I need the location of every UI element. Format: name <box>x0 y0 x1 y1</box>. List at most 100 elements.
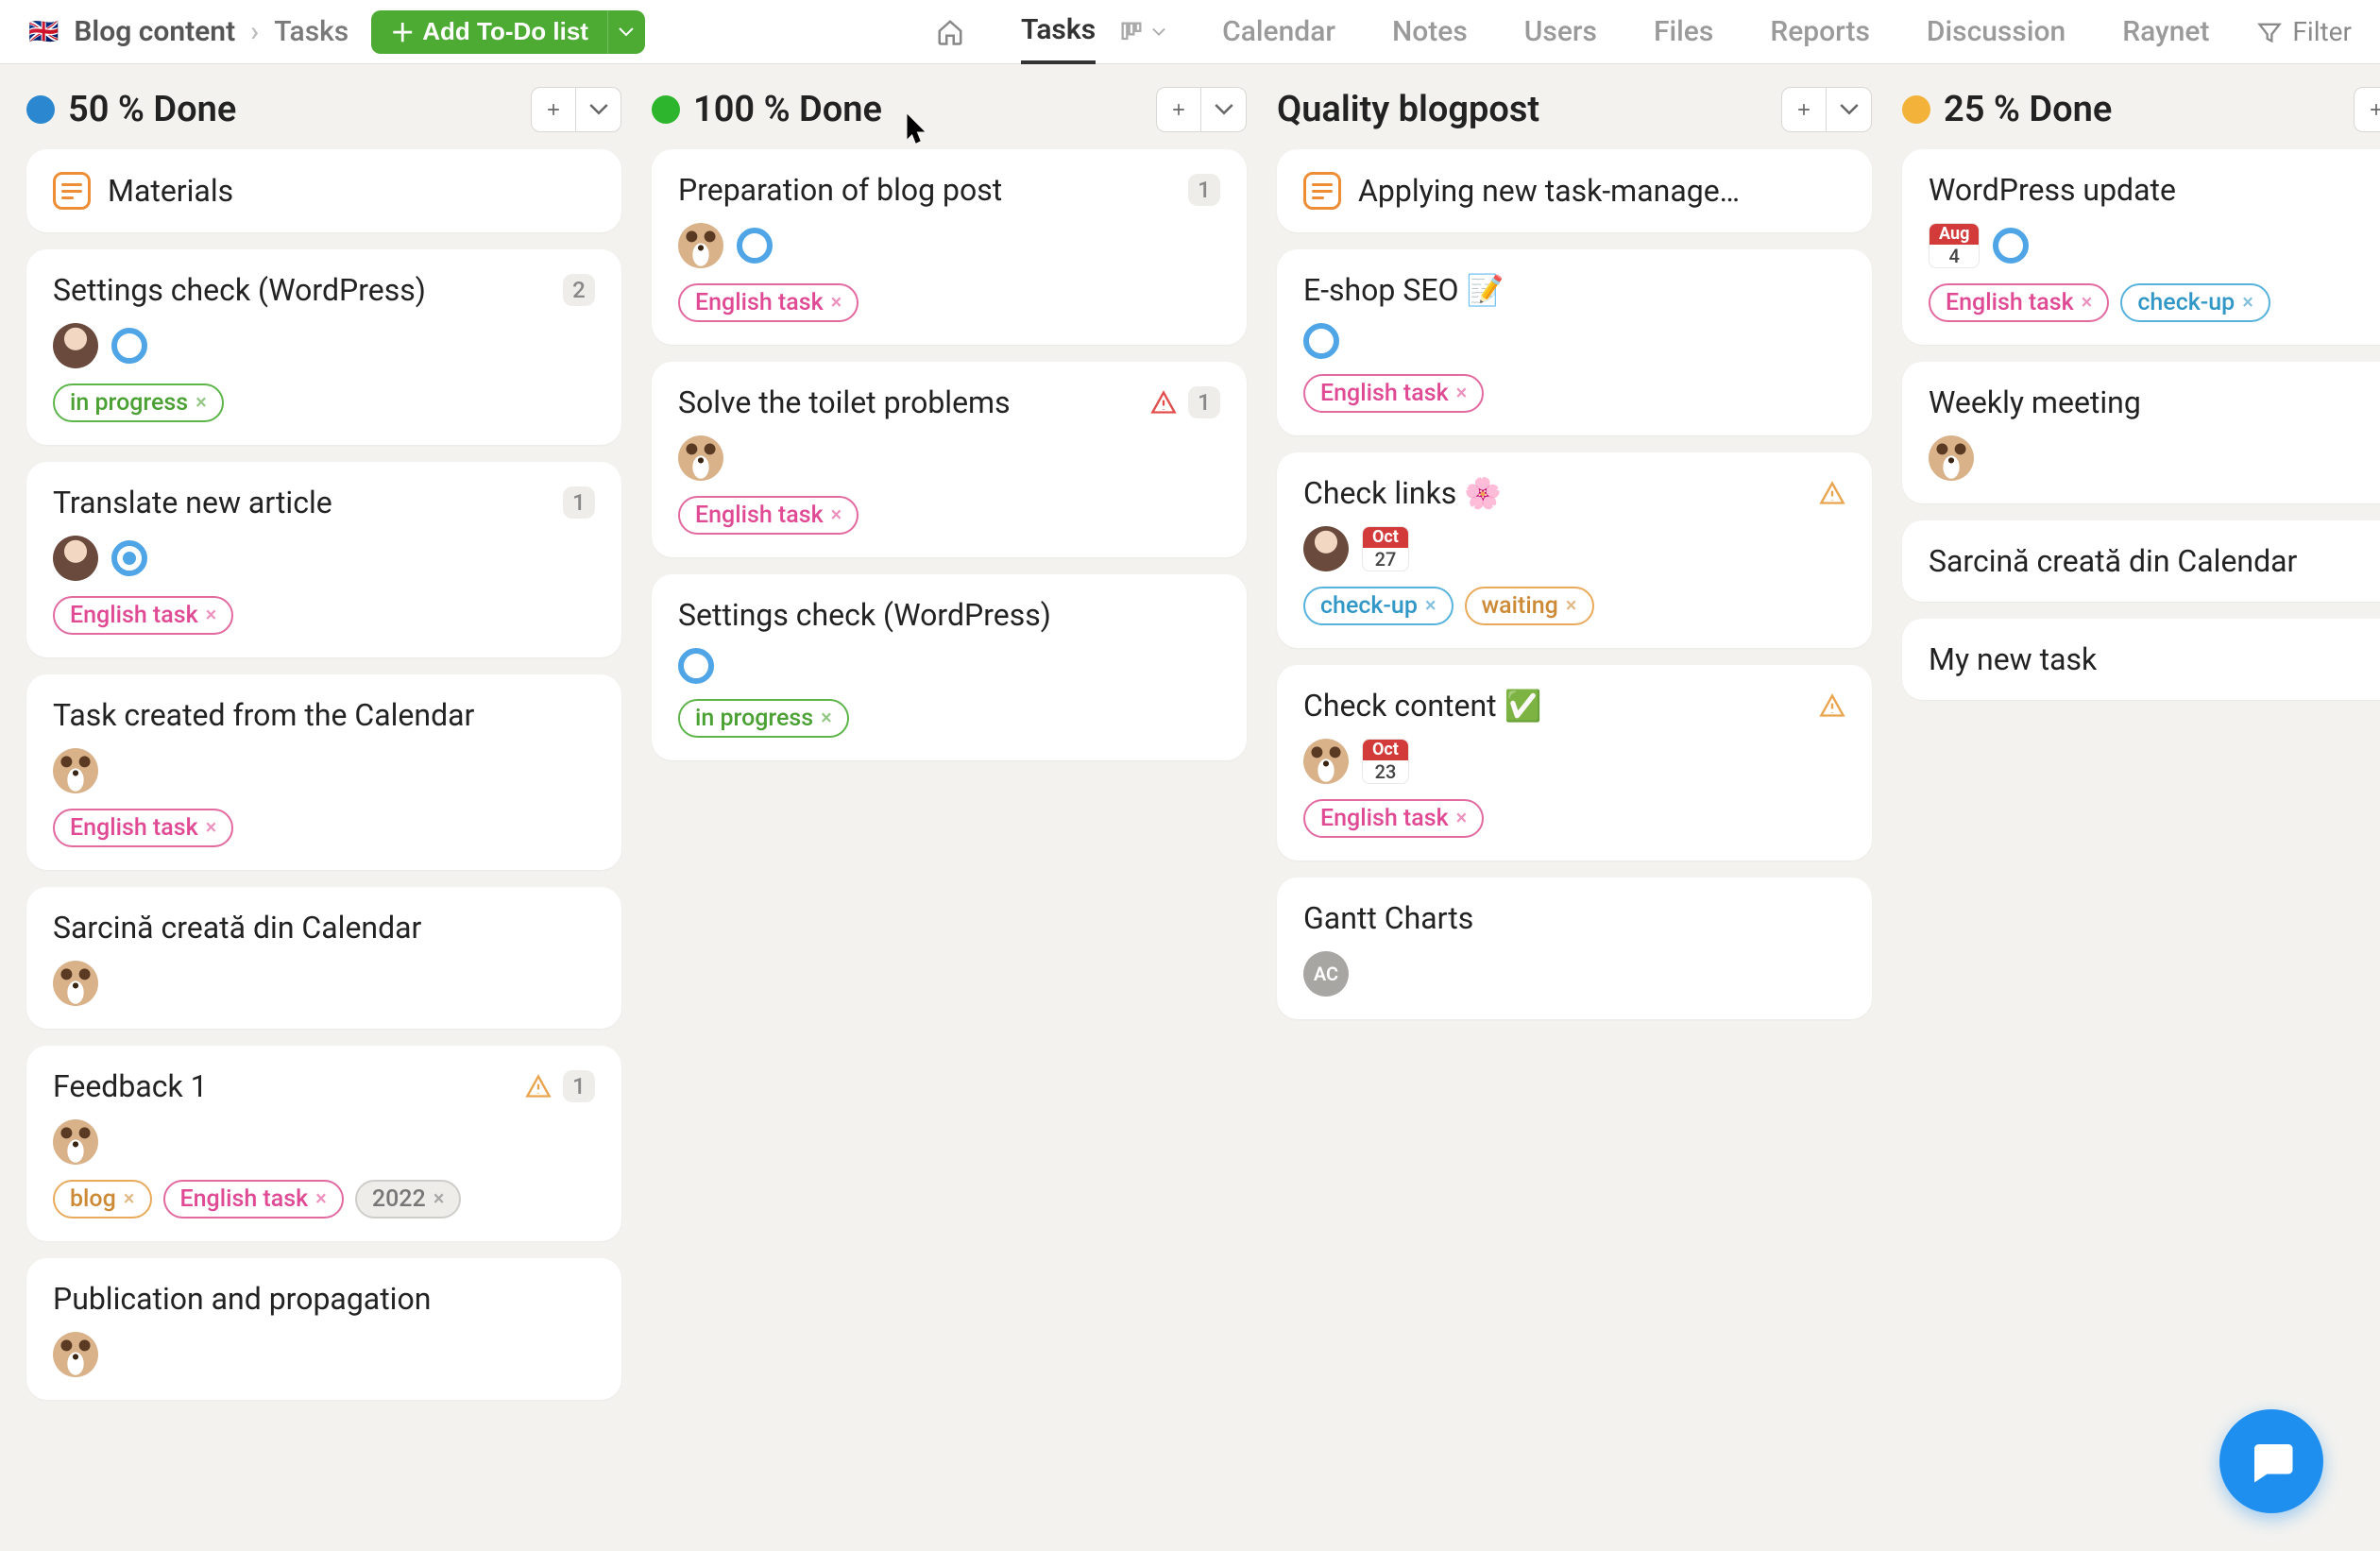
progress-ring-icon <box>1303 323 1339 359</box>
tag[interactable]: check-up× <box>1303 587 1454 625</box>
task-card[interactable]: WordPress updateAug4English task×check-u… <box>1902 149 2380 345</box>
task-card[interactable]: Sarcină creată din Calendar <box>1902 520 2380 602</box>
avatar[interactable] <box>53 536 98 581</box>
tag-remove-icon[interactable]: × <box>1456 382 1468 405</box>
chat-fab[interactable] <box>2219 1409 2323 1513</box>
avatar[interactable] <box>1929 435 1974 481</box>
tab-raynet[interactable]: Raynet <box>2122 0 2209 64</box>
task-card[interactable]: Materials <box>26 149 621 232</box>
tag-row: in progress× <box>53 383 595 422</box>
task-card[interactable]: Task created from the CalendarEnglish ta… <box>26 674 621 870</box>
column-menu-button[interactable] <box>1827 87 1872 132</box>
add-card-button[interactable] <box>1781 87 1827 132</box>
tag-remove-icon[interactable]: × <box>821 707 832 730</box>
tag-remove-icon[interactable]: × <box>124 1187 135 1211</box>
task-card[interactable]: Feedback 11blog×English task×2022× <box>26 1046 621 1241</box>
tag[interactable]: English task× <box>163 1180 344 1219</box>
column-title[interactable]: Quality blogpost <box>1277 89 1539 130</box>
tag-remove-icon[interactable]: × <box>434 1187 445 1211</box>
tag[interactable]: 2022× <box>355 1180 462 1219</box>
kanban-view-toggle[interactable] <box>1118 19 1165 45</box>
tag-remove-icon[interactable]: × <box>1425 594 1436 618</box>
tab-calendar[interactable]: Calendar <box>1222 0 1335 64</box>
task-card[interactable]: Weekly meeting <box>1902 362 2380 503</box>
column-title[interactable]: 25 % Done <box>1902 89 2112 130</box>
add-card-button[interactable] <box>2354 87 2380 132</box>
add-card-button[interactable] <box>1156 87 1201 132</box>
tag-remove-icon[interactable]: × <box>1456 807 1468 830</box>
tag[interactable]: English task× <box>1303 374 1484 413</box>
avatar[interactable] <box>678 435 723 481</box>
tab-notes[interactable]: Notes <box>1392 0 1468 64</box>
tag[interactable]: blog× <box>53 1180 152 1219</box>
avatar[interactable] <box>53 748 98 793</box>
avatar[interactable] <box>53 1332 98 1377</box>
filter-button[interactable]: Filter <box>2256 16 2352 47</box>
card-title: Sarcină creată din Calendar <box>1929 543 2297 579</box>
avatar[interactable] <box>53 1119 98 1165</box>
avatar[interactable] <box>1303 526 1349 571</box>
task-card[interactable]: Solve the toilet problems1English task× <box>652 362 1247 557</box>
avatar[interactable]: AC <box>1303 951 1349 997</box>
tab-home[interactable] <box>936 0 964 64</box>
column-menu-button[interactable] <box>1201 87 1247 132</box>
tag-remove-icon[interactable]: × <box>1566 594 1577 618</box>
tag-remove-icon[interactable]: × <box>831 291 842 315</box>
column-menu-button[interactable] <box>576 87 621 132</box>
card-title: Sarcină creată din Calendar <box>53 910 421 946</box>
add-todo-caret[interactable] <box>607 10 645 54</box>
tag[interactable]: in progress× <box>678 699 849 738</box>
task-card[interactable]: Preparation of blog post1English task× <box>652 149 1247 345</box>
tag-remove-icon[interactable]: × <box>196 391 207 415</box>
breadcrumb-primary[interactable]: Blog content <box>74 15 235 48</box>
column-title[interactable]: 100 % Done <box>652 89 882 130</box>
task-card[interactable]: Check links 🌸Oct27check-up×waiting× <box>1277 452 1872 648</box>
column-title[interactable]: 50 % Done <box>26 89 236 130</box>
tag-remove-icon[interactable]: × <box>2082 291 2093 315</box>
add-todo-button[interactable]: ＋ Add To-Do list <box>371 10 607 54</box>
tag[interactable]: check-up× <box>2120 283 2270 322</box>
task-card[interactable]: Applying new task-manage… <box>1277 149 1872 232</box>
card-title: My new task <box>1929 641 2097 677</box>
tab-reports[interactable]: Reports <box>1770 0 1870 64</box>
avatar[interactable] <box>53 961 98 1006</box>
tag[interactable]: waiting× <box>1465 587 1594 625</box>
task-card[interactable]: Settings check (WordPress)in progress× <box>652 574 1247 760</box>
tag-row: English task× <box>53 596 595 635</box>
tag[interactable]: English task× <box>1929 283 2109 322</box>
tab-users[interactable]: Users <box>1524 0 1597 64</box>
tag-remove-icon[interactable]: × <box>315 1187 327 1211</box>
task-card[interactable]: Translate new article1English task× <box>26 462 621 657</box>
breadcrumb-secondary[interactable]: Tasks <box>274 15 348 48</box>
tag-remove-icon[interactable]: × <box>831 503 842 527</box>
task-card[interactable]: Check content ✅Oct23English task× <box>1277 665 1872 861</box>
tag[interactable]: English task× <box>678 496 858 535</box>
task-card[interactable]: Sarcină creată din Calendar <box>26 887 621 1029</box>
task-card[interactable]: Settings check (WordPress)2in progress× <box>26 249 621 445</box>
tag-remove-icon[interactable]: × <box>206 816 217 840</box>
tag[interactable]: English task× <box>1303 799 1484 838</box>
task-card[interactable]: E-shop SEO 📝English task× <box>1277 249 1872 435</box>
plus-icon <box>544 100 563 119</box>
avatar[interactable] <box>678 223 723 268</box>
card-title: Gantt Charts <box>1303 900 1473 936</box>
tag-remove-icon[interactable]: × <box>2242 291 2253 315</box>
avatar[interactable] <box>1303 739 1349 784</box>
add-todo-button-group[interactable]: ＋ Add To-Do list <box>371 10 645 54</box>
tag-remove-icon[interactable]: × <box>206 604 217 627</box>
tag[interactable]: in progress× <box>53 383 224 422</box>
task-card[interactable]: Publication and propagation <box>26 1258 621 1400</box>
task-card[interactable]: Gantt Charts AC <box>1277 878 1872 1019</box>
card-meta <box>53 748 595 793</box>
tab-tasks[interactable]: Tasks <box>1021 0 1096 64</box>
add-card-button[interactable] <box>531 87 576 132</box>
task-card[interactable]: My new task1 <box>1902 619 2380 700</box>
tab-discussion[interactable]: Discussion <box>1927 0 2066 64</box>
tab-files[interactable]: Files <box>1654 0 1713 64</box>
tag[interactable]: English task× <box>53 809 233 847</box>
avatar[interactable] <box>53 323 98 368</box>
progress-ring-icon <box>678 648 714 684</box>
tag[interactable]: English task× <box>678 283 858 322</box>
tag[interactable]: English task× <box>53 596 233 635</box>
breadcrumb[interactable]: 🇬🇧 Blog content › Tasks <box>28 15 348 48</box>
